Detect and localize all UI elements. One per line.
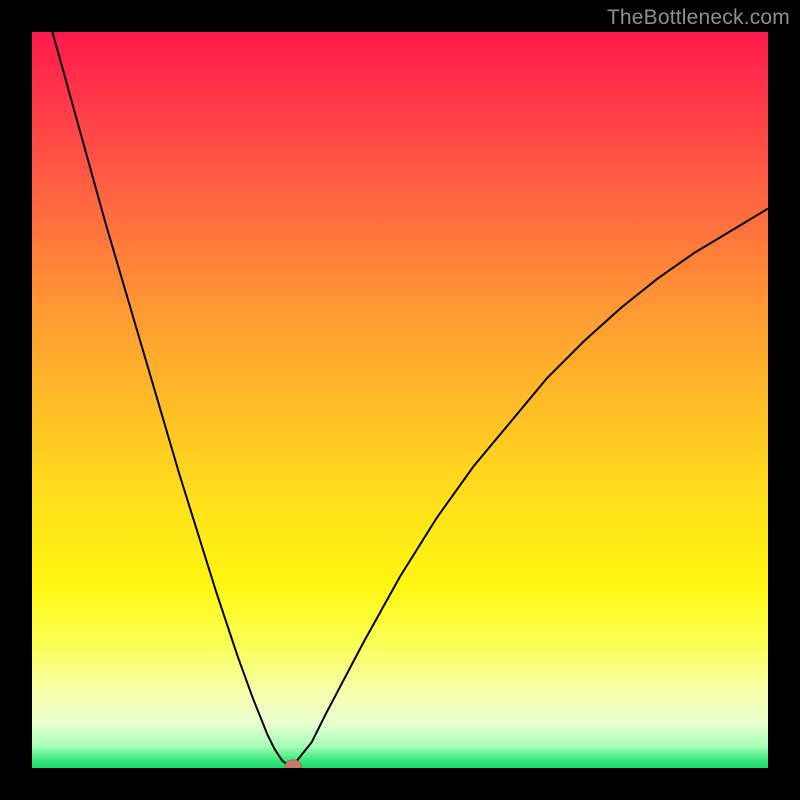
chart-frame: TheBottleneck.com <box>0 0 800 800</box>
watermark-text: TheBottleneck.com <box>607 6 790 30</box>
plot-area <box>32 32 768 768</box>
minimum-marker-icon <box>285 760 301 768</box>
bottleneck-curve <box>32 32 768 768</box>
